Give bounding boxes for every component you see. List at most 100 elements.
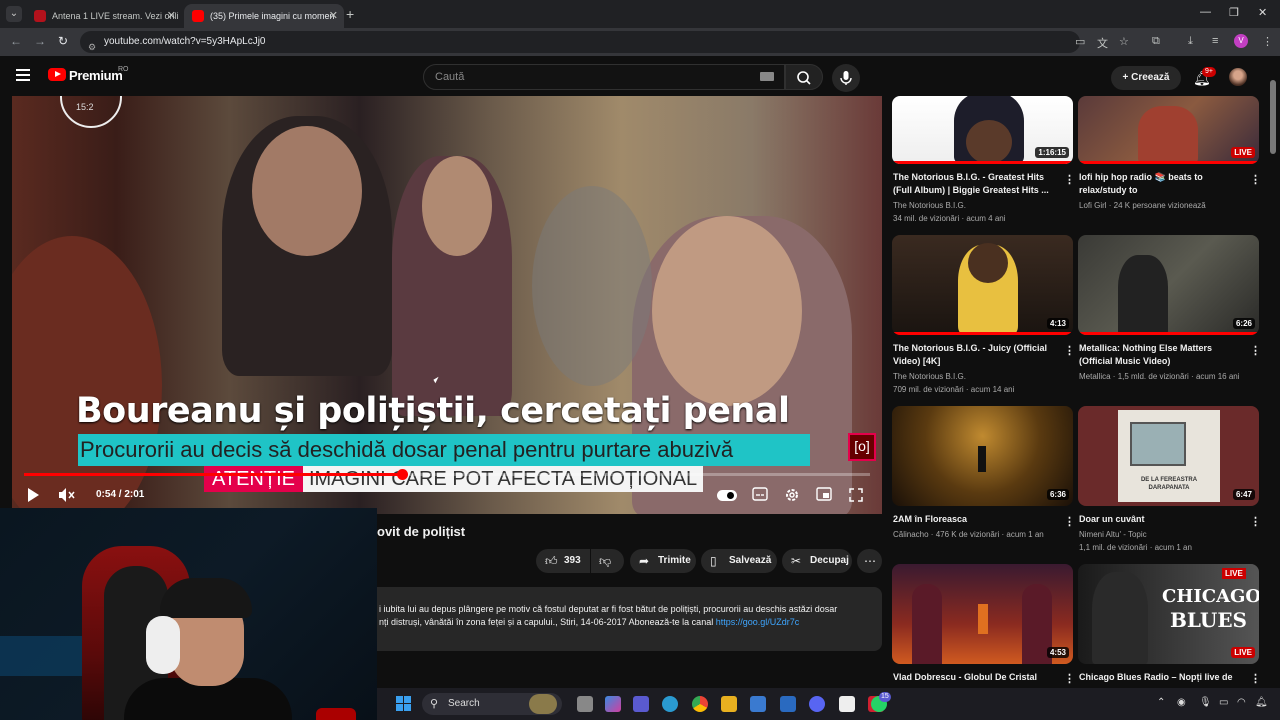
more-vertical-icon[interactable]: ⋮ — [1064, 515, 1075, 528]
media-icon[interactable]: ≡ — [1212, 35, 1218, 47]
mute-icon[interactable] — [58, 487, 76, 506]
progress-bar[interactable] — [24, 469, 870, 480]
browser-tab-active[interactable]: (35) Primele imagini cu momen ✕ — [184, 4, 344, 28]
miniplayer-icon[interactable] — [816, 487, 832, 504]
browser-tab[interactable]: Antena 1 LIVE stream. Vezi onli ✕ — [26, 4, 182, 28]
lone-figure — [978, 446, 986, 472]
close-tab-icon[interactable]: ✕ — [329, 4, 338, 28]
dislike-button[interactable]: 👎︎ — [591, 549, 624, 573]
search-highlight-icon[interactable] — [529, 694, 557, 714]
settings-gear-icon[interactable] — [784, 487, 800, 506]
description-box[interactable]: i iubita lui au depus plângere pe motiv … — [377, 587, 882, 651]
tray-app-icon[interactable]: ◉ — [1177, 697, 1186, 708]
edge-icon[interactable] — [662, 696, 678, 712]
like-button[interactable]: 👍︎ 393 — [536, 549, 590, 573]
windows-start-icon[interactable] — [396, 696, 412, 712]
video-title[interactable]: Chicago Blues Radio – Nopți live de — [1079, 671, 1247, 684]
autoplay-toggle[interactable] — [717, 490, 737, 501]
mail-icon[interactable] — [780, 696, 796, 712]
channel-name-text[interactable]: Lofi Girl — [1079, 201, 1107, 210]
close-window-icon[interactable]: ✕ — [1258, 6, 1267, 19]
browser-menu-icon[interactable]: ⋮ — [1262, 35, 1273, 48]
tray-wifi-icon[interactable]: ◠ — [1237, 697, 1246, 708]
more-vertical-icon[interactable]: ⋮ — [1250, 672, 1261, 685]
store-icon[interactable] — [750, 696, 766, 712]
cast-icon[interactable]: ▭ — [1075, 35, 1085, 48]
task-view-icon[interactable] — [577, 696, 593, 712]
reload-icon[interactable]: ↻ — [58, 34, 68, 48]
create-button[interactable]: + Creează — [1111, 66, 1181, 90]
video-title[interactable]: Metallica: Nothing Else Matters (Officia… — [1079, 342, 1247, 368]
save-button[interactable]: ▯ Salvează — [701, 549, 777, 573]
video-title[interactable]: Vlad Dobrescu - Globul De Cristal (feat. — [893, 671, 1061, 684]
search-input[interactable]: Caută — [423, 64, 785, 90]
new-tab-icon[interactable]: + — [346, 6, 354, 22]
channel-name[interactable]: The Notorious B.I.G. — [893, 199, 966, 212]
youtube-logo-icon[interactable] — [48, 68, 66, 81]
video-title[interactable]: 2AM în Floreasca — [893, 513, 1061, 526]
menu-hamburger-icon[interactable] — [16, 69, 30, 81]
url-field[interactable]: ⚙ youtube.com/watch?v=5y3HApLcJj0 — [80, 31, 1080, 53]
video-thumbnail[interactable]: 4:13 — [892, 235, 1073, 335]
keyboard-icon[interactable] — [760, 72, 774, 81]
tab-search-icon[interactable]: ⌄ — [6, 6, 22, 22]
page-scrollbar[interactable] — [1270, 80, 1276, 154]
tray-chevron-icon[interactable]: ⌃ — [1157, 697, 1165, 708]
share-button[interactable]: ➦ Trimite — [630, 549, 696, 573]
headset-icon — [146, 616, 180, 674]
video-title[interactable]: The Notorious B.I.G. - Juicy (Official V… — [893, 342, 1061, 368]
fullscreen-icon[interactable] — [848, 487, 864, 506]
youtube-premium-label[interactable]: Premium — [69, 68, 123, 83]
more-vertical-icon[interactable]: ⋮ — [1250, 515, 1261, 528]
browser-profile-avatar[interactable]: V — [1234, 34, 1248, 48]
subtitles-icon[interactable] — [752, 487, 768, 504]
file-explorer-icon[interactable] — [721, 696, 737, 712]
more-vertical-icon[interactable]: ⋮ — [1064, 672, 1075, 685]
copilot-icon[interactable] — [605, 696, 621, 712]
notification-bell-icon[interactable]: 🔔︎ — [1255, 697, 1268, 708]
more-vertical-icon[interactable]: ⋮ — [1064, 173, 1075, 186]
channel-name[interactable]: The Notorious B.I.G. — [893, 370, 966, 383]
back-icon[interactable]: ← — [10, 34, 22, 48]
restore-icon[interactable]: ❐ — [1229, 6, 1239, 19]
discord-icon[interactable] — [809, 696, 825, 712]
more-vertical-icon[interactable]: ⋮ — [1064, 344, 1075, 357]
bookmark-star-icon[interactable]: ☆ — [1119, 35, 1129, 48]
video-thumbnail[interactable]: 6:36 — [892, 406, 1073, 506]
channel-name[interactable]: Nimeni Altu' - Topic — [1079, 528, 1147, 541]
video-thumbnail[interactable]: LIVE CHICAGO BLUES LIVE — [1078, 564, 1259, 664]
video-title[interactable]: lofi hip hop radio 📚 beats to relax/stud… — [1079, 171, 1247, 197]
extensions-icon[interactable]: ⧉ — [1152, 35, 1160, 48]
progress-scrubber[interactable] — [397, 469, 408, 480]
site-info-icon[interactable]: ⚙ — [88, 36, 100, 52]
forward-icon[interactable]: → — [34, 34, 46, 48]
more-vertical-icon[interactable]: ⋮ — [1250, 344, 1261, 357]
video-thumbnail[interactable]: 6:26 — [1078, 235, 1259, 335]
video-thumbnail[interactable]: LIVE — [1078, 96, 1259, 164]
teams-icon[interactable] — [633, 696, 649, 712]
more-vertical-icon[interactable]: ⋮ — [1250, 173, 1261, 186]
translate-icon[interactable]: 文 — [1097, 35, 1108, 51]
video-title[interactable]: The Notorious B.I.G. - Greatest Hits (Fu… — [893, 171, 1061, 197]
video-title[interactable]: Doar un cuvânt — [1079, 513, 1247, 526]
video-thumbnail[interactable]: 4:53 — [892, 564, 1073, 664]
tray-mic-icon[interactable]: 🎙︎ — [1199, 697, 1212, 708]
downloads-icon[interactable]: ⤓ — [1188, 35, 1193, 48]
video-player[interactable]: 15:2 Boureanu și polițiștii, cercetați p… — [12, 96, 882, 514]
close-tab-icon[interactable]: ✕ — [167, 4, 176, 28]
notepad-icon[interactable] — [839, 696, 855, 712]
user-avatar[interactable] — [1229, 68, 1247, 86]
tray-display-icon[interactable]: ▭ — [1219, 697, 1228, 708]
video-thumbnail[interactable]: DE LA FEREASTRA DARAPANATA 6:47 — [1078, 406, 1259, 506]
video-thumbnail[interactable]: 1:16:15 — [892, 96, 1073, 164]
description-link[interactable]: https://goo.gl/UZdr7c — [716, 617, 800, 627]
channel-name-text[interactable]: Călinacho — [893, 530, 929, 539]
more-actions-button[interactable]: ⋯ — [857, 549, 882, 573]
channel-name-text[interactable]: Metallica — [1079, 372, 1111, 381]
voice-search-button[interactable] — [832, 64, 860, 92]
clip-button[interactable]: ✂ Decupaj — [782, 549, 852, 573]
chrome-icon[interactable] — [692, 696, 708, 712]
search-button[interactable] — [785, 64, 823, 90]
minimize-icon[interactable]: — — [1200, 6, 1211, 18]
play-icon[interactable] — [26, 487, 40, 506]
